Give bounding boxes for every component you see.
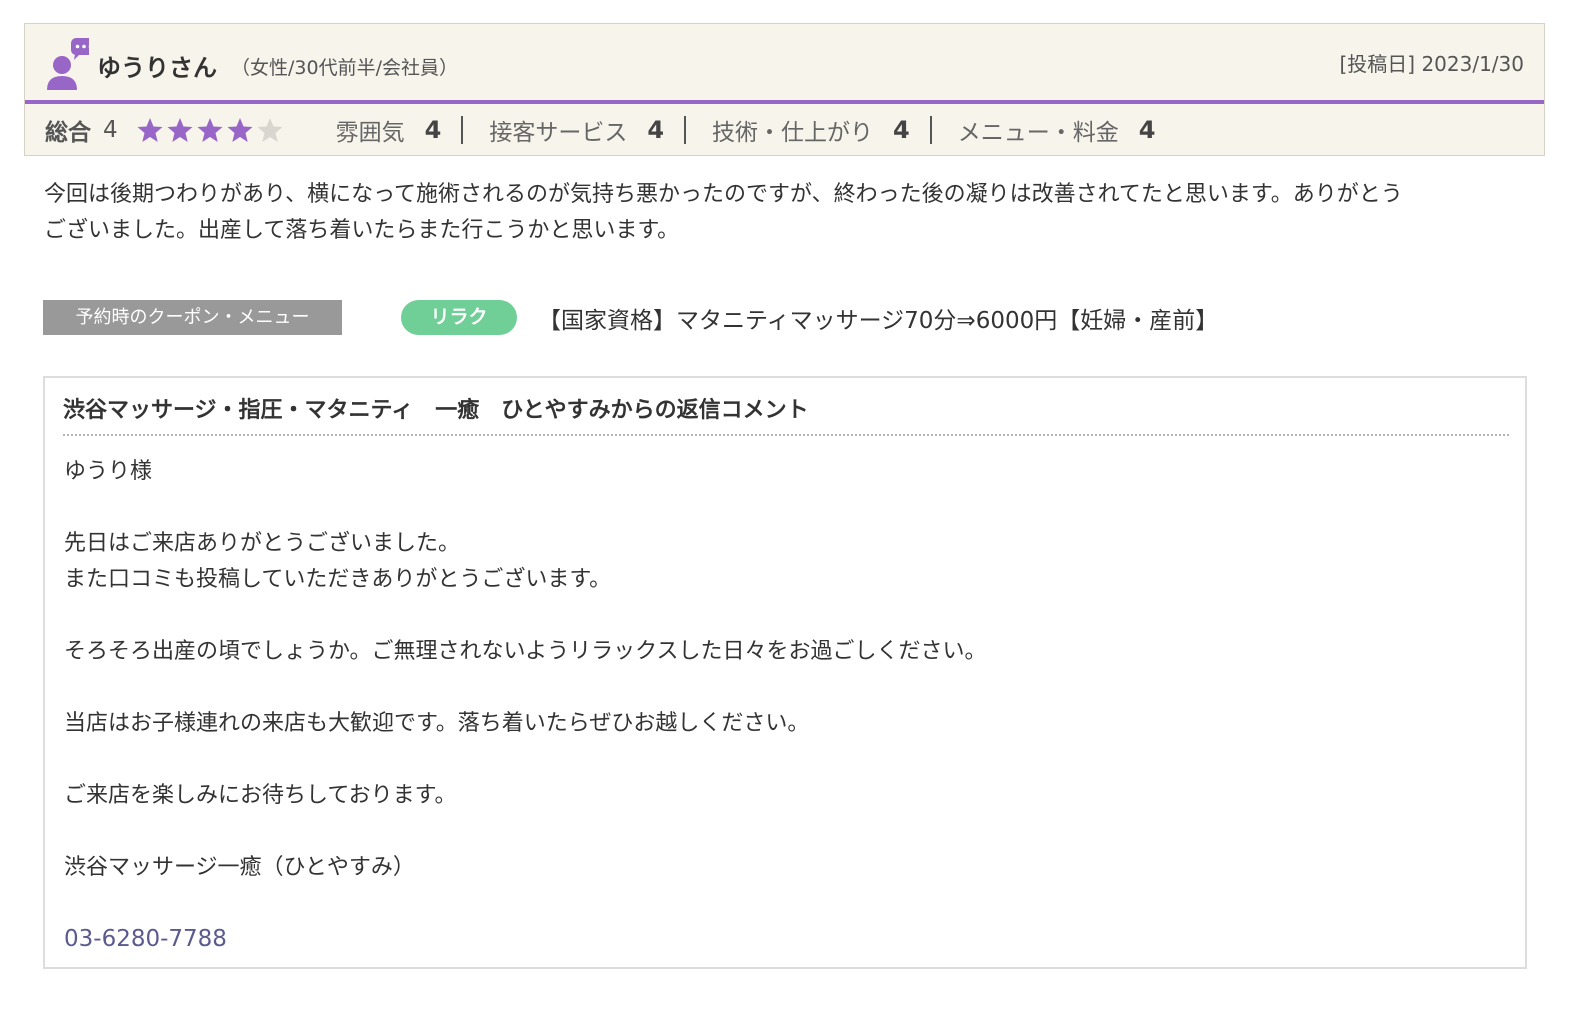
reply-line: ゆうり様 — [64, 459, 153, 484]
reply-title: 渋谷マッサージ・指圧・マタニティ 一癒 ひとやすみからの返信コメント — [63, 398, 809, 423]
star-icon — [167, 118, 193, 142]
coupon-label: 予約時のクーポン・メニュー — [43, 300, 342, 335]
rating-label: 技術・仕上がり — [712, 120, 874, 146]
reply-line — [64, 598, 986, 634]
reviewer-meta: （女性/30代前半/会社員） — [231, 57, 458, 79]
review-body-line: ございました。出産して落ち着いたらまた行こうかと思います。 — [44, 218, 680, 243]
rating-separator — [684, 116, 687, 144]
reply-line: そろそろ出産の頃でしょうか。ご無理されないようリラックスした日々をお過ごしくださ… — [64, 639, 987, 664]
reply-box: 渋谷マッサージ・指圧・マタニティ 一癒 ひとやすみからの返信コメント ゆうり様 … — [43, 376, 1527, 969]
review-body-line: 今回は後期つわりがあり、横になって施術されるのが気持ち悪かったのですが、終わった… — [44, 182, 1403, 207]
reply-text: ゆうり様 先日はご来店ありがとうございました。 また口コミも投稿していただきあり… — [64, 454, 986, 886]
coupon-category-badge: リラク — [401, 300, 517, 335]
reply-line — [64, 670, 986, 706]
overall-label: 総合 — [45, 120, 91, 146]
star-outline-icon — [257, 118, 283, 142]
user-comment-icon — [47, 38, 89, 90]
overall-value: 4 — [103, 117, 118, 143]
rating-atmosphere: 雰囲気 4 — [336, 113, 442, 147]
reply-line: 当店はお子様連れの来店も大歓迎です。落ち着いたらぜひお越しください。 — [64, 711, 810, 736]
star-icon — [197, 118, 223, 142]
reply-line: ご来店を楽しみにお待ちしております。 — [64, 783, 457, 808]
star-rating — [136, 116, 284, 144]
rating-row: 総合 4 雰囲気 4 接客サービス 4 技術・仕上がり 4 メニュー・料金 4 — [25, 104, 1544, 156]
reply-line: また口コミも投稿していただきありがとうございます。 — [64, 567, 612, 592]
reply-line — [64, 490, 986, 526]
star-icon — [137, 118, 163, 142]
review-card: ゆうりさん （女性/30代前半/会社員） [投稿日] 2023/1/30 総合 … — [24, 23, 1545, 156]
rating-value: 4 — [1138, 116, 1156, 144]
reply-divider — [63, 434, 1509, 436]
rating-separator — [461, 116, 464, 144]
review-body: 今回は後期つわりがあり、横になって施術されるのが気持ち悪かったのですが、終わった… — [44, 177, 1534, 249]
reply-line — [64, 742, 986, 778]
rating-value: 4 — [893, 116, 910, 144]
phone-link[interactable]: 03-6280-7788 — [64, 926, 227, 952]
rating-label: 雰囲気 — [335, 120, 405, 146]
reviewer-name: ゆうりさん — [97, 54, 217, 82]
review-header: ゆうりさん （女性/30代前半/会社員） [投稿日] 2023/1/30 — [25, 24, 1544, 102]
post-date: [投稿日] 2023/1/30 — [1339, 52, 1524, 76]
rating-label: メニュー・料金 — [957, 120, 1119, 146]
reply-line: 渋谷マッサージ一癒（ひとやすみ） — [64, 855, 415, 880]
rating-value: 4 — [424, 116, 442, 144]
rating-technique: 技術・仕上がり 4 — [712, 113, 910, 147]
coupon-menu-name: 【国家資格】マタニティマッサージ70分⇒6000円【妊婦・産前】 — [538, 308, 1219, 334]
reply-line: 先日はご来店ありがとうございました。 — [64, 531, 461, 556]
reply-line — [64, 814, 986, 850]
rating-value: 4 — [647, 116, 665, 144]
star-icon — [227, 118, 253, 142]
rating-separator — [929, 116, 932, 144]
rating-menu-price: メニュー・料金 4 — [958, 113, 1156, 147]
rating-label: 接客サービス — [489, 120, 628, 146]
rating-service: 接客サービス 4 — [489, 113, 664, 147]
